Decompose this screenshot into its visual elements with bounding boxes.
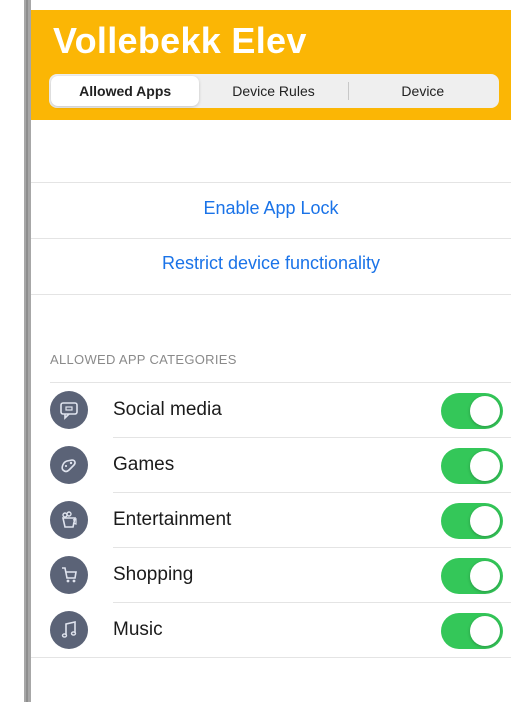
- edge-bar-inner: [26, 0, 28, 702]
- game-controller-icon: [50, 446, 88, 484]
- enable-app-lock-link[interactable]: Enable App Lock: [31, 198, 511, 219]
- category-row-music: Music: [31, 603, 511, 658]
- app-header: Vollebekk Elev Allowed Apps Device Rules…: [31, 10, 511, 120]
- window-left-edge: [0, 0, 31, 702]
- tab-allowed-apps[interactable]: Allowed Apps: [51, 76, 200, 106]
- category-row-games: Games: [31, 438, 511, 493]
- toggle-knob: [470, 561, 500, 591]
- chat-bubble-icon: [50, 391, 88, 429]
- main-content: Enable App Lock Restrict device function…: [31, 120, 511, 702]
- games-toggle[interactable]: [441, 448, 503, 484]
- toggle-knob: [470, 451, 500, 481]
- social-media-toggle[interactable]: [441, 393, 503, 429]
- divider: [31, 182, 511, 183]
- popcorn-icon: [50, 501, 88, 539]
- shopping-cart-icon: [50, 556, 88, 594]
- toggle-knob: [470, 616, 500, 646]
- divider: [31, 294, 511, 295]
- toggle-knob: [470, 506, 500, 536]
- category-label: Games: [113, 454, 175, 475]
- divider: [31, 238, 511, 239]
- categories-section-header: ALLOWED APP CATEGORIES: [50, 352, 237, 367]
- shopping-toggle[interactable]: [441, 558, 503, 594]
- category-label: Music: [113, 619, 163, 640]
- music-note-icon: [50, 611, 88, 649]
- toggle-knob: [470, 396, 500, 426]
- entertainment-toggle[interactable]: [441, 503, 503, 539]
- tab-device[interactable]: Device: [349, 76, 497, 106]
- tab-device-rules[interactable]: Device Rules: [199, 76, 347, 106]
- row-separator: [31, 657, 511, 658]
- category-label: Entertainment: [113, 509, 232, 530]
- music-toggle[interactable]: [441, 613, 503, 649]
- app-title: Vollebekk Elev: [53, 20, 307, 61]
- category-label: Social media: [113, 399, 222, 420]
- category-row-social-media: Social media: [31, 383, 511, 438]
- tab-segmented-control: Allowed Apps Device Rules Device: [49, 74, 499, 108]
- category-row-shopping: Shopping: [31, 548, 511, 603]
- category-label: Shopping: [113, 564, 194, 585]
- category-row-entertainment: Entertainment: [31, 493, 511, 548]
- restrict-device-link[interactable]: Restrict device functionality: [31, 253, 511, 274]
